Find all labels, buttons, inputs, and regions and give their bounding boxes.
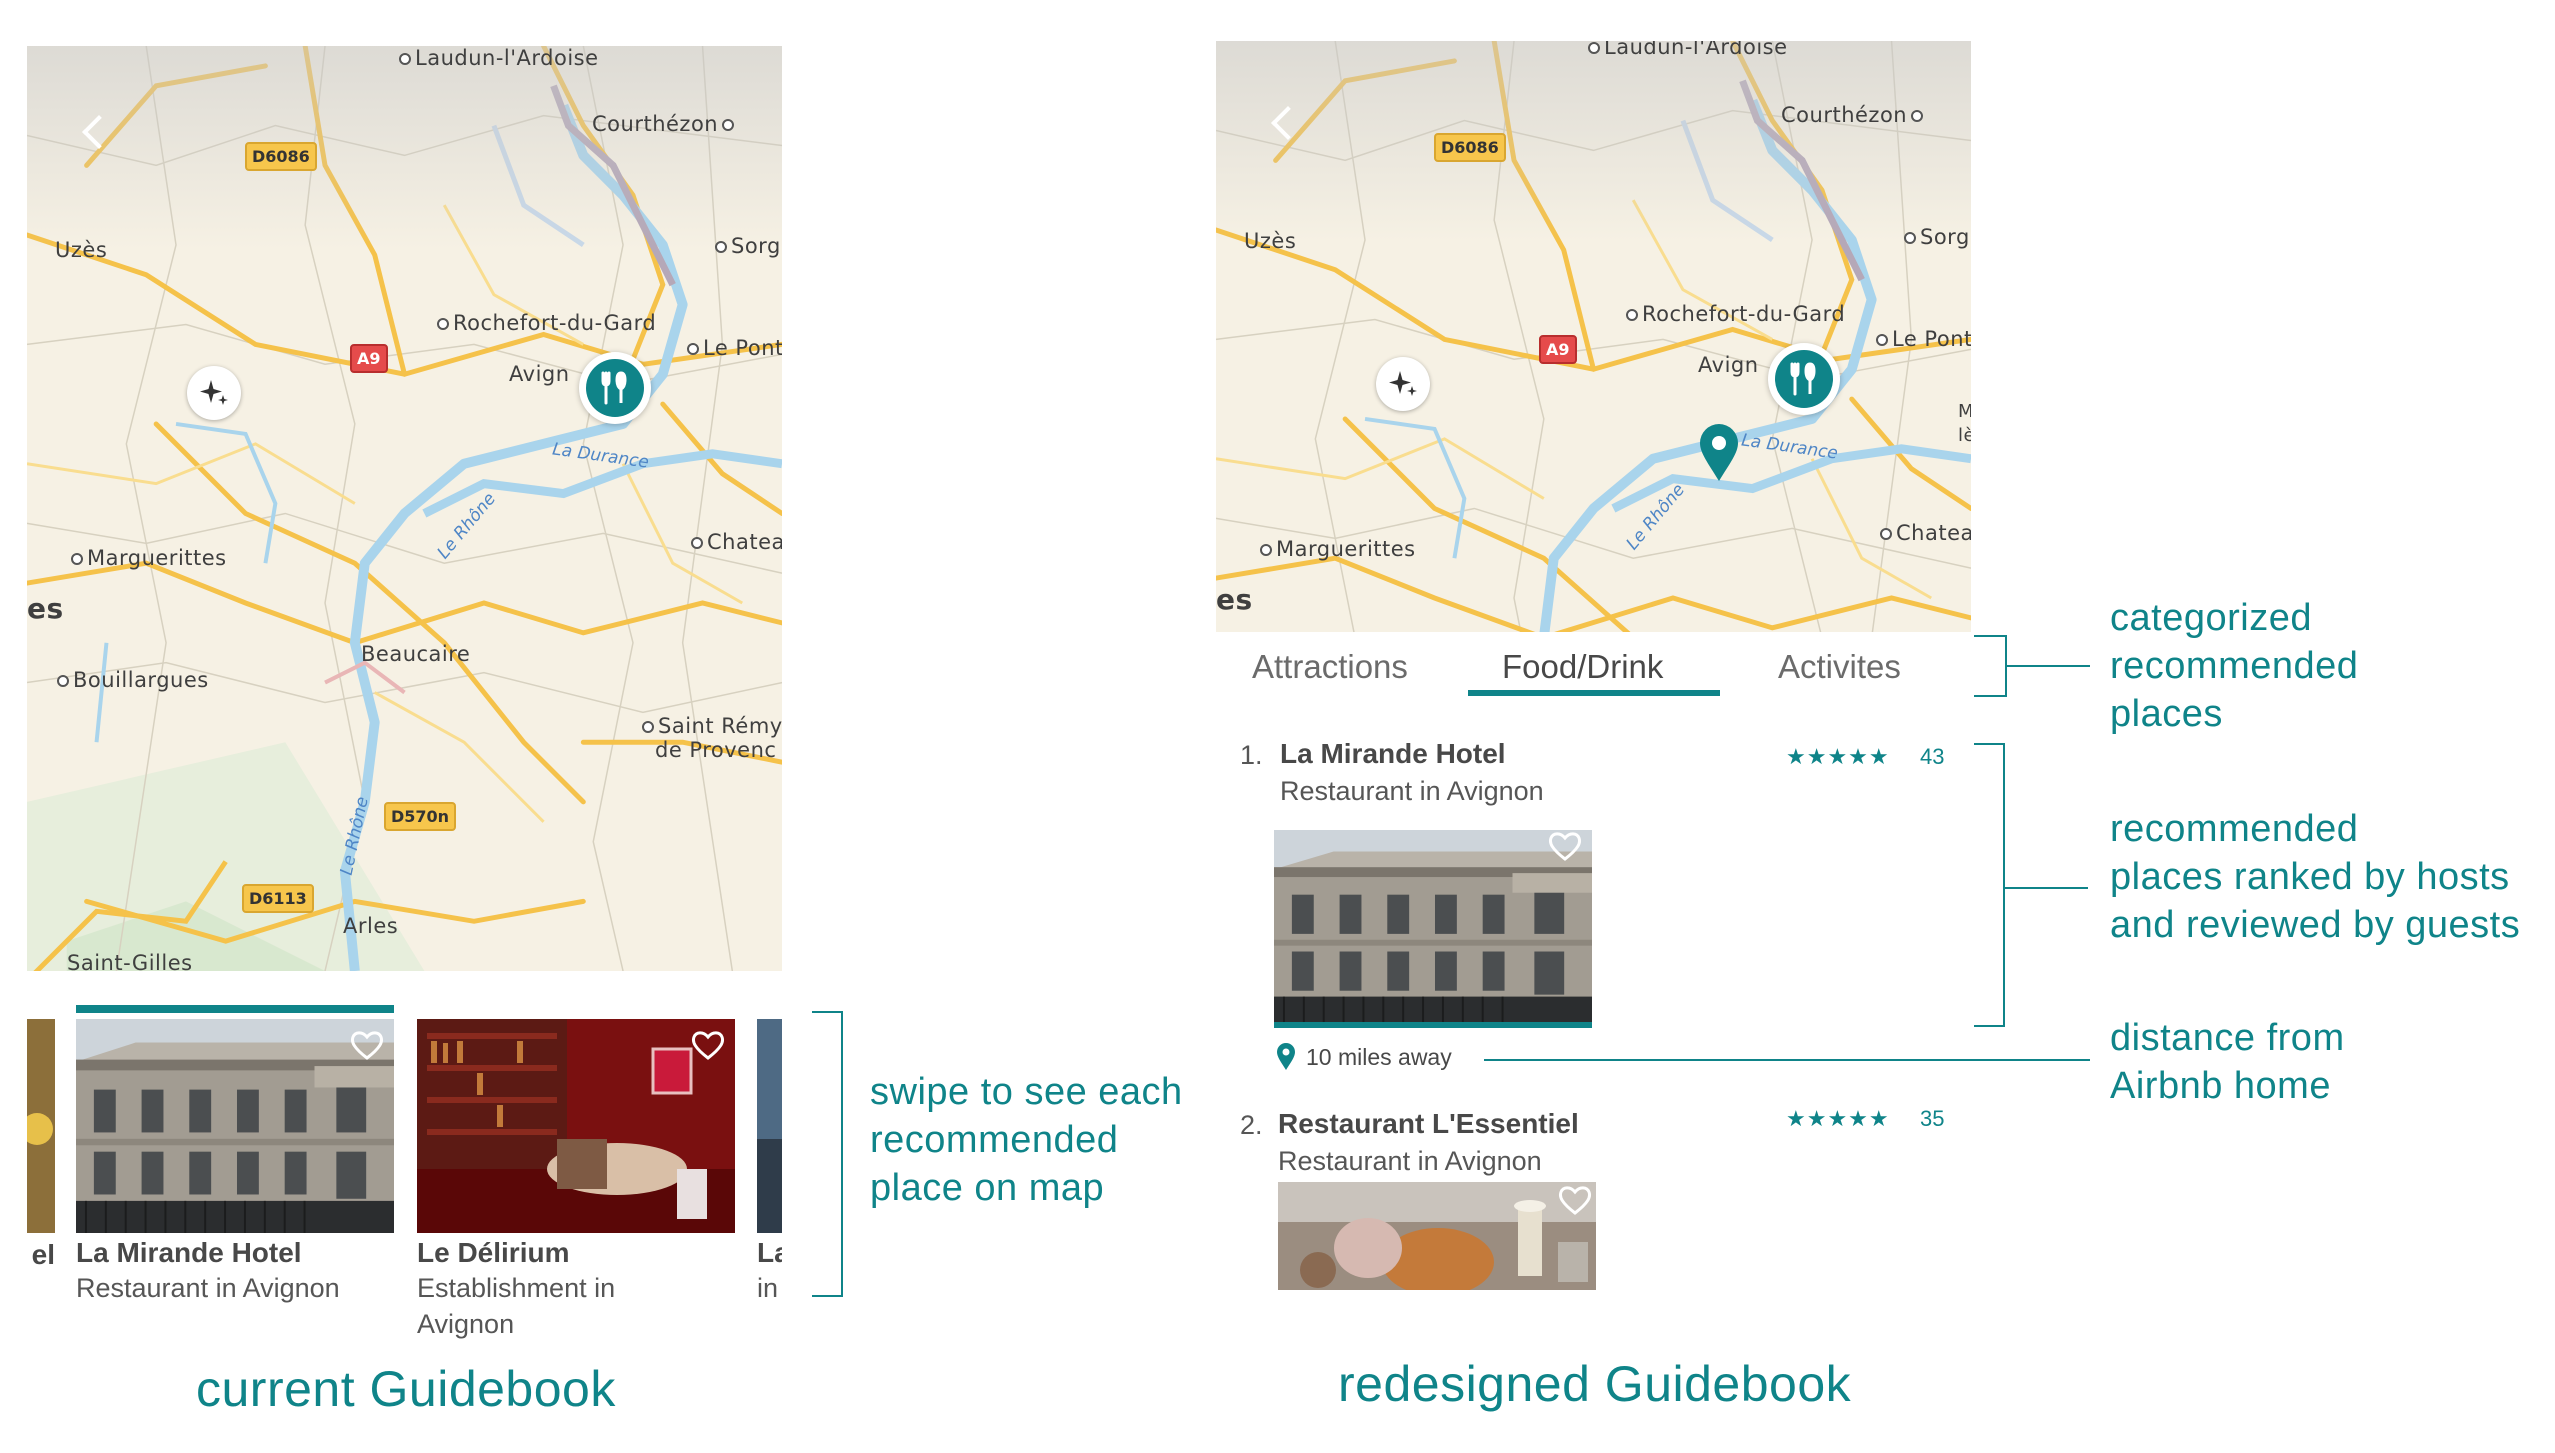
current-caption: current Guidebook (196, 1361, 616, 1417)
active-card-indicator (76, 1005, 394, 1013)
distance-text: 10 miles away (1306, 1044, 1452, 1070)
annotation-bracket (812, 1011, 843, 1297)
place-rank: 2. (1240, 1110, 1263, 1140)
distance-connector-line (1484, 1059, 2090, 1061)
card-subtitle: Avignon (417, 1309, 515, 1339)
place-rank: 1. (1240, 740, 1263, 770)
town-label: Saint Rémy (642, 714, 782, 738)
card-subtitle: Establishment in (417, 1273, 616, 1303)
town-label: Beaucaire (361, 642, 471, 666)
place-image-lessentiel[interactable] (1278, 1182, 1596, 1290)
redesigned-caption: redesigned Guidebook (1338, 1356, 1852, 1412)
card-image-la-mirande[interactable] (76, 1019, 394, 1233)
road-shield: D6086 (245, 142, 317, 171)
town-label: M (1958, 401, 1971, 422)
heart-icon[interactable] (350, 1029, 384, 1061)
town-label: Le Pont (1876, 327, 1971, 351)
tabs-annotation: categorized recommended places (2110, 597, 2359, 735)
town-label: Sorgu (1904, 225, 1971, 249)
town-label: Marguerittes (1260, 537, 1416, 561)
town-label: Avign (1698, 353, 1759, 377)
town-label: Bouillargues (57, 668, 209, 692)
place-title[interactable]: La Mirande Hotel (1280, 738, 1506, 770)
road-shield: D6086 (1434, 133, 1506, 162)
card-title[interactable]: La Mirande Hotel (76, 1237, 302, 1269)
town-label: de Provenc (655, 738, 777, 762)
town-label: Courthézon (592, 112, 738, 136)
town-label: Laudun-l'Ardoise (1588, 41, 1788, 59)
road-shield: D570n (384, 802, 457, 831)
heart-icon[interactable] (691, 1029, 725, 1061)
town-label: es (27, 592, 64, 625)
town-label: Marguerittes (71, 546, 227, 570)
map-top-gradient (27, 46, 782, 250)
ranking-annotation: recommended places ranked by hosts and r… (2110, 808, 2521, 946)
town-label: Avign (509, 362, 570, 386)
current-map[interactable]: Laudun-l'Ardoise Courthézon Uzès Sorgu R… (27, 46, 782, 971)
annotation-connectors (1974, 635, 2090, 1027)
card-subtitle: Restaurant in Avignon (76, 1273, 340, 1303)
town-label: Rochefort-du-Gard (437, 311, 656, 335)
card-partial-right-title: La (757, 1237, 782, 1268)
card-partial-right-image[interactable] (757, 1019, 782, 1233)
card-image-le-delirium[interactable] (417, 1019, 735, 1233)
town-label: Uzès (1244, 229, 1297, 253)
card-title[interactable]: Le Délirium (417, 1237, 569, 1269)
carousel[interactable]: el La Mirande Hotel Restaurant in Avigno… (27, 1005, 782, 1345)
redesigned-map[interactable]: Laudun-l'Ardoise Courthézon Uzès Sorgu R… (1216, 41, 1971, 632)
sparkle-icon[interactable] (1376, 357, 1430, 411)
location-pin-icon (1277, 1043, 1295, 1070)
card-partial-left-title: el (31, 1239, 55, 1270)
review-count: 35 (1920, 1106, 1945, 1131)
town-label: Sorgu (715, 234, 782, 258)
place-subtitle: Restaurant in Avignon (1278, 1146, 1542, 1176)
card-partial-right-subtitle: in (757, 1273, 779, 1303)
town-label: Chateau (691, 530, 782, 554)
restaurant-map-pin-icon[interactable] (579, 352, 651, 424)
road-shield: D6113 (242, 884, 314, 913)
sparkle-icon[interactable] (187, 366, 241, 420)
town-label: Le Pont (687, 336, 782, 360)
town-label: Chateau (1880, 521, 1971, 545)
road-shield: A9 (1539, 335, 1577, 364)
road-shield: A9 (350, 344, 388, 373)
town-label: es (1216, 583, 1253, 616)
swipe-annotation: swipe to see each recommended place on m… (870, 1071, 1183, 1209)
place-title[interactable]: Restaurant L'Essentiel (1278, 1108, 1579, 1140)
town-label: Courthézon (1781, 103, 1927, 127)
town-label: Saint-Gilles (67, 951, 193, 971)
heart-icon[interactable] (1558, 1184, 1592, 1216)
distance-annotation: distance from Airbnb home (2110, 1017, 2345, 1107)
restaurant-map-pin-icon[interactable] (1768, 343, 1840, 415)
town-label: lè (1958, 425, 1971, 446)
town-label: Laudun-l'Ardoise (399, 46, 599, 70)
map-top-gradient (1216, 41, 1971, 242)
town-label: Arles (343, 914, 399, 938)
town-label: Uzès (55, 238, 108, 262)
rating-stars: ★★★★★ (1786, 1106, 1890, 1131)
card-partial-left-image[interactable] (27, 1019, 55, 1233)
town-label: Rochefort-du-Gard (1626, 302, 1845, 326)
home-location-pin-icon[interactable] (1698, 423, 1740, 483)
tab-attractions[interactable]: Attractions (1252, 648, 1408, 686)
